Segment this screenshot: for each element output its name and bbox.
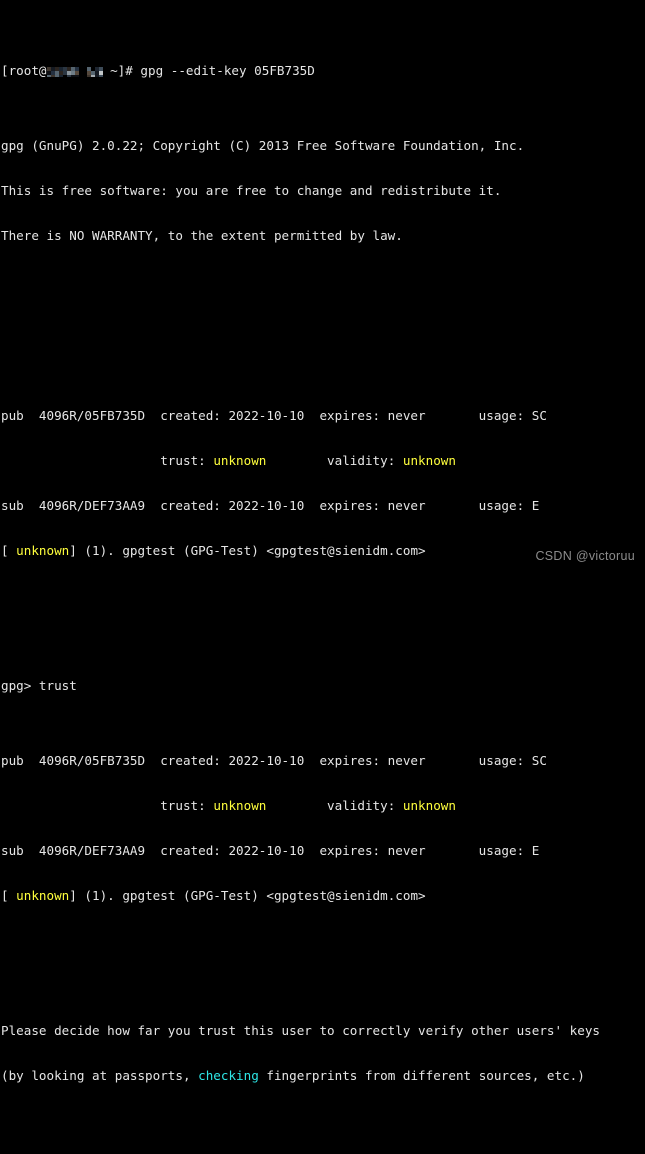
trust-explanation-line-1: Please decide how far you trust this use… xyxy=(1,1023,600,1038)
uid-bracket-open: [ xyxy=(1,888,17,903)
gpg-prompt: gpg> xyxy=(1,678,39,693)
validity-value: unknown xyxy=(402,798,456,813)
trust-value: unknown xyxy=(213,798,267,813)
uid-identity: ] (1). gpgtest (GPG-Test) <gpgtest@sieni… xyxy=(69,543,426,558)
terminal-screen[interactable]: [root@ ~]# gpg --edit-key 05FB735D gpg (… xyxy=(0,0,645,1083)
uid-line: [ unknown] (1). gpgtest (GPG-Test) <gpgt… xyxy=(1,888,645,903)
shell-command: gpg --edit-key 05FB735D xyxy=(140,63,315,78)
trust-explanation-highlight: checking xyxy=(198,1068,259,1083)
trust-value: unknown xyxy=(213,453,267,468)
validity-label: validity: xyxy=(266,453,403,468)
shell-prompt-line: [root@ ~]# gpg --edit-key 05FB735D xyxy=(1,63,645,78)
gpg-license-line-2: There is NO WARRANTY, to the extent perm… xyxy=(1,228,403,243)
uid-trust-value: unknown xyxy=(16,543,70,558)
trust-validity-line: trust: unknown validity: unknown xyxy=(1,798,645,813)
trust-label: trust: xyxy=(1,453,214,468)
gpg-license-line-1: This is free software: you are free to c… xyxy=(1,183,502,198)
trust-validity-line: trust: unknown validity: unknown xyxy=(1,453,645,468)
prompt-suffix: ~]# xyxy=(102,63,141,78)
sub-key-line: sub 4096R/DEF73AA9 created: 2022-10-10 e… xyxy=(1,498,540,513)
gpg-trust-input: trust xyxy=(38,678,77,693)
trust-explanation-line-2: (by looking at passports, checking finge… xyxy=(1,1068,645,1083)
uid-trust-value: unknown xyxy=(16,888,70,903)
validity-label: validity: xyxy=(266,798,403,813)
hostname-redaction-mosaic xyxy=(46,65,103,77)
pub-key-line: pub 4096R/05FB735D created: 2022-10-10 e… xyxy=(1,408,547,423)
gpg-trust-command-line: gpg> trust xyxy=(1,678,645,693)
csdn-watermark: CSDN @victoruu xyxy=(535,549,635,563)
uid-bracket-open: [ xyxy=(1,543,17,558)
sub-key-line: sub 4096R/DEF73AA9 created: 2022-10-10 e… xyxy=(1,843,540,858)
trust-label: trust: xyxy=(1,798,214,813)
gpg-version-line: gpg (GnuPG) 2.0.22; Copyright (C) 2013 F… xyxy=(1,138,525,153)
trust-explanation-part-2: fingerprints from different sources, etc… xyxy=(258,1068,585,1083)
pub-key-line: pub 4096R/05FB735D created: 2022-10-10 e… xyxy=(1,753,547,768)
trust-explanation-part-1: (by looking at passports, xyxy=(1,1068,199,1083)
prompt-prefix: [root@ xyxy=(1,63,47,78)
validity-value: unknown xyxy=(402,453,456,468)
uid-identity: ] (1). gpgtest (GPG-Test) <gpgtest@sieni… xyxy=(69,888,426,903)
